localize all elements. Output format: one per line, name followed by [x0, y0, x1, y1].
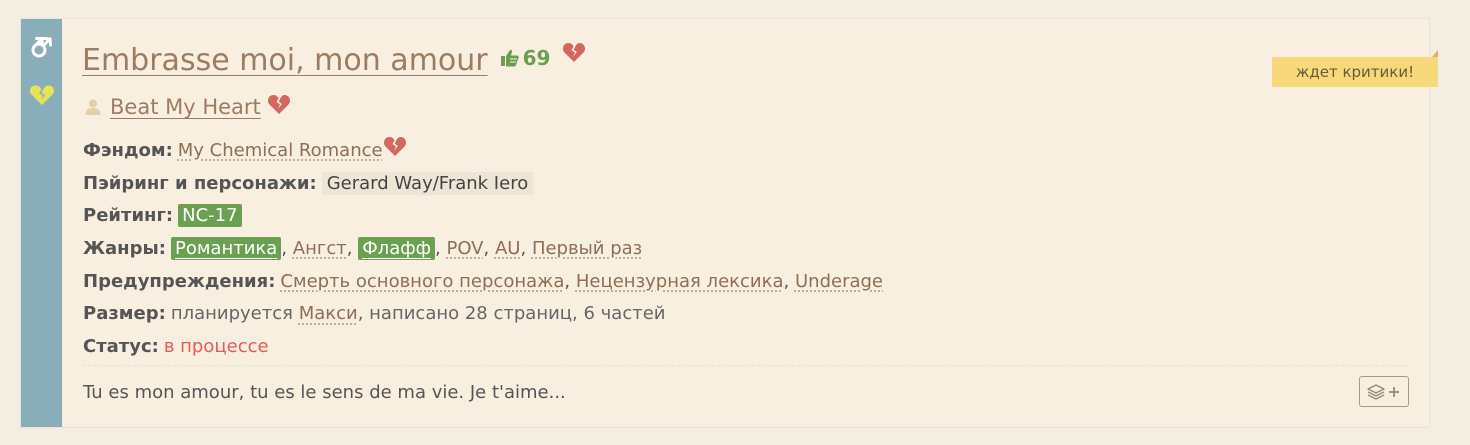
fandom-link[interactable]: My Chemical Romance: [178, 140, 383, 161]
author-link[interactable]: Beat My Heart: [110, 95, 261, 119]
rating-row: Рейтинг: NC-17: [83, 199, 1383, 232]
pairing-tag[interactable]: Gerard Way/Frank Iero: [321, 171, 534, 195]
likes-counter: 69: [500, 41, 551, 81]
status-label: Статус:: [83, 335, 159, 357]
fanfic-description: Tu es mon amour, tu es le sens de ma vie…: [83, 382, 566, 403]
fanfic-title-link[interactable]: Embrasse moi, mon amour: [82, 41, 488, 81]
genre-link[interactable]: Первый раз: [532, 238, 642, 259]
likes-count: 69: [522, 46, 551, 70]
male-male-icon[interactable]: [28, 33, 56, 61]
separator: ,: [483, 237, 490, 259]
broken-heart-icon: [383, 135, 407, 157]
separator: ,: [435, 237, 441, 259]
pairing-label: Пэйринг и персонажи:: [83, 172, 317, 194]
genre-link[interactable]: Романтика: [170, 236, 282, 260]
genre-link[interactable]: Флафф: [358, 236, 435, 260]
warning-link[interactable]: Underage: [795, 271, 883, 292]
broken-heart-icon: [267, 93, 291, 115]
size-link[interactable]: Макси: [299, 303, 358, 324]
separator: ,: [346, 237, 353, 259]
warnings-label: Предупреждения:: [83, 270, 276, 292]
warning-link[interactable]: Нецензурная лексика: [576, 271, 784, 292]
genres-label: Жанры:: [83, 237, 166, 259]
fandom-row: Фэндом: My Chemical Romance: [83, 134, 1383, 167]
layers-plus-icon: [1367, 383, 1399, 400]
genres-row: Жанры: Романтика, Ангст, Флафф, POV, AU,…: [83, 232, 1383, 265]
genre-link[interactable]: Ангст: [293, 238, 347, 259]
status-value: в процессе: [163, 335, 269, 357]
size-details: , написано 28 страниц, 6 частей: [357, 303, 666, 325]
size-label: Размер:: [83, 303, 166, 325]
awaiting-critique-badge: ждет критики!: [1272, 50, 1438, 87]
separator: ,: [281, 237, 288, 259]
pairing-row: Пэйринг и персонажи: Gerard Way/Frank Ie…: [83, 167, 1383, 200]
direction-sidebar: [21, 19, 62, 427]
fandom-label: Фэндом:: [83, 139, 173, 161]
rating-label: Рейтинг:: [83, 205, 174, 227]
separator: ,: [564, 270, 571, 292]
size-row: Размер: планируется Макси, написано 28 с…: [83, 297, 1383, 330]
status-row: Статус: в процессе: [83, 330, 1383, 363]
author-row: Beat My Heart: [84, 95, 291, 119]
warning-link[interactable]: Смерть основного персонажа: [280, 271, 564, 292]
broken-heart-icon: [562, 41, 586, 63]
user-icon: [84, 98, 102, 116]
warnings-row: Предупреждения: Смерть основного персона…: [83, 265, 1383, 298]
genre-link[interactable]: AU: [495, 238, 521, 259]
separator: ,: [520, 237, 527, 259]
divider: [83, 365, 1409, 366]
add-to-collection-button[interactable]: [1359, 376, 1409, 407]
broken-heart-yellow-icon: [28, 81, 56, 109]
fanfic-card: Embrasse moi, mon amour 69 Beat My Heart…: [20, 18, 1438, 428]
size-prefix: планируется: [170, 303, 293, 325]
rating-badge[interactable]: NC-17: [178, 204, 242, 228]
fanfic-info: Фэндом: My Chemical Romance Пэйринг и пе…: [83, 134, 1383, 363]
separator: ,: [783, 270, 790, 292]
genre-link[interactable]: POV: [446, 238, 483, 259]
thumbs-up-icon: [500, 49, 519, 67]
title-row: Embrasse moi, mon amour 69: [82, 41, 586, 81]
